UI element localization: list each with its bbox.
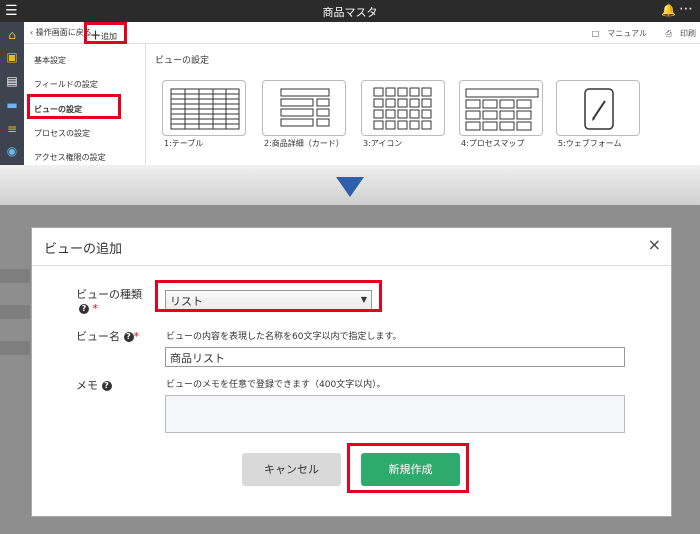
memo-label: メモ ? [76, 377, 112, 393]
create-button[interactable]: 新規作成 [361, 453, 460, 486]
plus-icon: ＋ [90, 29, 101, 42]
dialog-title: ビューの追加 [44, 242, 123, 257]
backdrop-row [0, 341, 30, 355]
required-mark: * [133, 330, 140, 343]
tile-label: 1:テーブル [164, 139, 204, 148]
book-icon[interactable]: ▤ [3, 72, 21, 90]
subnav-fields[interactable]: フィールドの設定 [34, 79, 98, 90]
webform-icon [584, 88, 614, 130]
process-map-icon [465, 88, 539, 131]
help-icon[interactable]: ? [123, 332, 134, 342]
backdrop-row [0, 305, 30, 319]
tile-table[interactable] [162, 80, 246, 136]
more-options-icon[interactable]: ⋯ [679, 1, 694, 17]
basket-icon[interactable]: ▣ [3, 48, 21, 66]
book-open-icon: □ [591, 29, 600, 38]
printer-icon: ⎙ [665, 29, 672, 38]
subnav-basic[interactable]: 基本設定 [34, 55, 66, 66]
view-settings-panel: ビューの設定 1:テーブル 2:商品詳細（カード） 3:アイコン 4:プロセスマ… [148, 44, 700, 165]
caret-down-icon: ▼ [360, 295, 367, 304]
bell-icon[interactable]: 🔔 [661, 3, 676, 17]
tile-webform[interactable] [556, 80, 640, 136]
list-icon[interactable]: ≡ [3, 120, 21, 138]
left-icon-bar: ⌂ ▣ ▤ ▬ ≡ ◉ [0, 22, 24, 165]
add-button[interactable]: ＋追加 [90, 27, 117, 43]
home-icon[interactable]: ⌂ [3, 26, 21, 44]
memo-textarea[interactable] [165, 395, 625, 433]
required-mark: * [92, 302, 99, 315]
icon-grid-icon [373, 87, 432, 130]
tile-icon-view[interactable] [361, 80, 445, 136]
help-icon[interactable]: ? [79, 304, 89, 314]
database-icon[interactable]: ◉ [3, 142, 21, 160]
tile-process-map[interactable] [459, 80, 543, 136]
view-type-marks: ? * [79, 302, 98, 315]
subnav-process[interactable]: プロセスの設定 [34, 128, 90, 139]
panel-header: ビューの設定 [155, 56, 210, 66]
subnav-access[interactable]: アクセス権限の設定 [34, 152, 106, 163]
tile-label: 3:アイコン [363, 139, 403, 148]
view-type-select[interactable]: リスト ▼ [165, 290, 372, 310]
close-icon[interactable]: × [648, 235, 661, 254]
tile-label: 2:商品詳細（カード） [264, 139, 344, 148]
view-type-value: リスト [170, 295, 203, 308]
view-name-hint: ビューの内容を表現した名称を60文字以内で指定します。 [166, 332, 402, 342]
app-titlebar: ☰ 商品マスタ 🔔 ⋯ [0, 0, 700, 22]
table-icon [170, 88, 240, 130]
backdrop-row [0, 269, 30, 283]
app-title: 商品マスタ [322, 6, 378, 19]
view-type-label: ビューの種類 [76, 288, 142, 301]
tile-label: 4:プロセスマップ [461, 139, 525, 148]
print-button[interactable]: ⎙ 印刷 [658, 29, 696, 38]
cancel-button[interactable]: キャンセル [242, 453, 341, 486]
memo-hint: ビューのメモを任意で登録できます（400文字以内）。 [166, 380, 386, 390]
manual-button[interactable]: □ マニュアル [584, 29, 647, 38]
back-button[interactable]: ‹ 操作画面に戻る [30, 27, 92, 38]
divider [32, 265, 671, 266]
settings-subnav: 基本設定 フィールドの設定 ビューの設定 プロセスの設定 アクセス権限の設定 [24, 44, 146, 165]
toolbar: ‹ 操作画面に戻る ＋追加 □ マニュアル ⎙ 印刷 [24, 22, 700, 44]
chat-icon[interactable]: ▬ [3, 96, 21, 114]
card-icon [280, 88, 330, 127]
view-name-input[interactable]: 商品リスト [165, 347, 625, 367]
down-arrow-icon [336, 177, 364, 197]
view-name-label: ビュー名 ? * [76, 330, 140, 343]
tile-label: 5:ウェブフォーム [558, 139, 622, 148]
tile-card[interactable] [262, 80, 346, 136]
add-view-dialog: ビューの追加 × ビューの種類 ? * リスト ▼ ビュー名 ? * ビューの内容… [31, 227, 672, 517]
help-icon[interactable]: ? [101, 381, 112, 391]
subnav-views[interactable]: ビューの設定 [34, 104, 82, 115]
